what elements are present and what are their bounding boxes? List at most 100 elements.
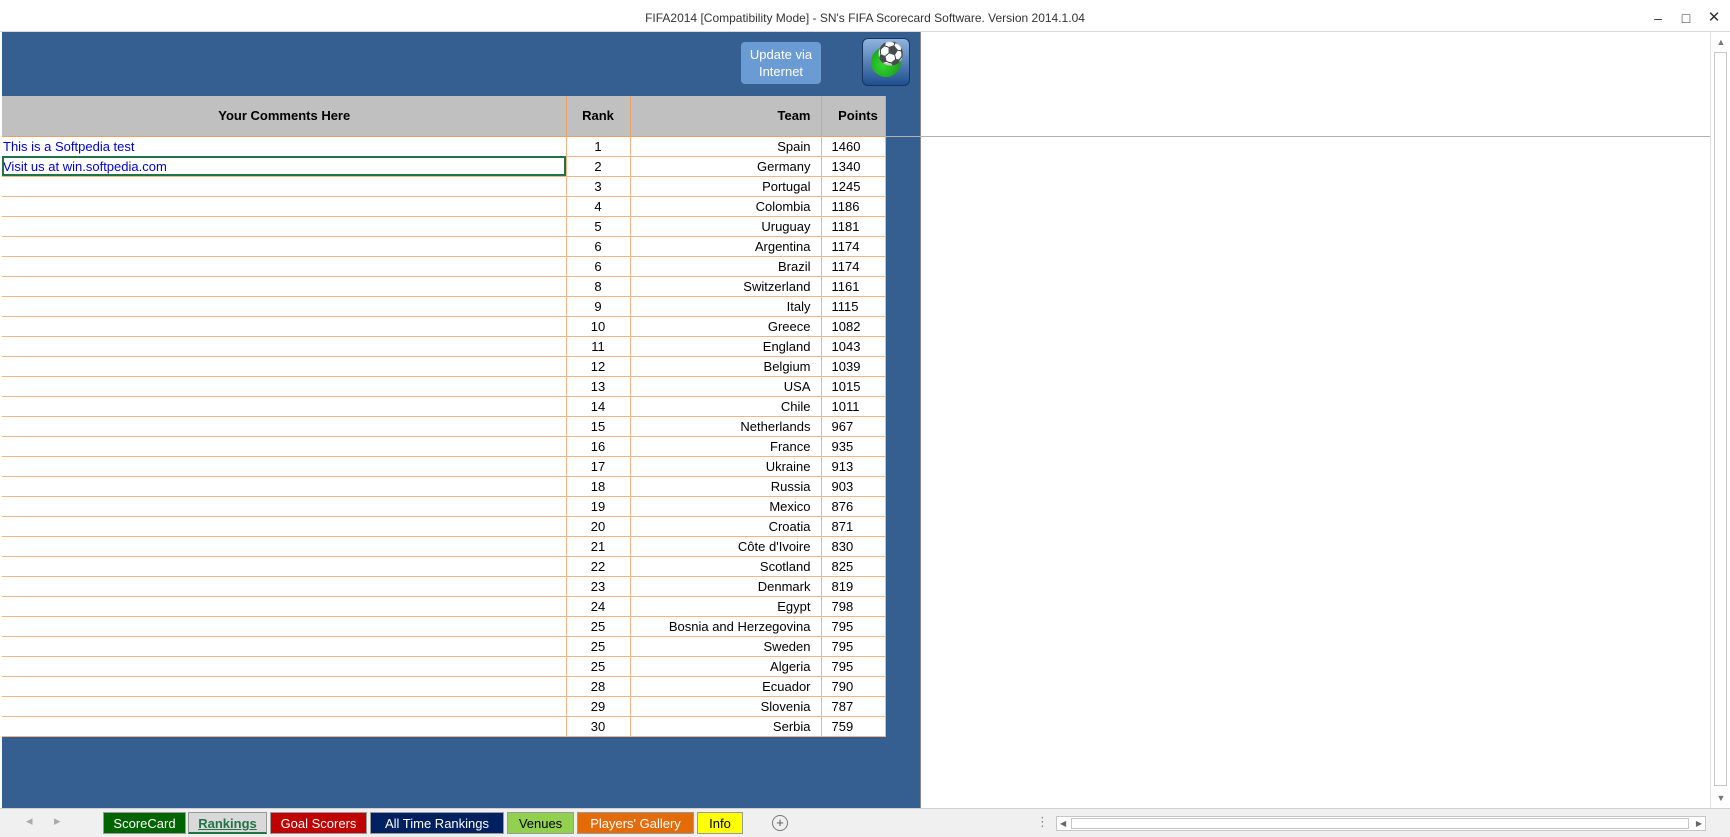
vertical-scroll-thumb[interactable] bbox=[1714, 52, 1727, 786]
team-cell[interactable]: Belgium bbox=[630, 356, 822, 377]
points-cell[interactable]: 790 bbox=[821, 676, 886, 697]
rank-cell[interactable]: 10 bbox=[566, 316, 631, 337]
rank-cell[interactable]: 18 bbox=[566, 476, 631, 497]
comment-cell[interactable] bbox=[2, 456, 567, 477]
team-cell[interactable]: England bbox=[630, 336, 822, 357]
points-cell[interactable]: 759 bbox=[821, 716, 886, 737]
comment-cell[interactable]: Visit us at win.softpedia.com bbox=[2, 156, 567, 177]
rank-cell[interactable]: 16 bbox=[566, 436, 631, 457]
team-cell[interactable]: Chile bbox=[630, 396, 822, 417]
comment-cell[interactable] bbox=[2, 676, 567, 697]
rank-cell[interactable]: 24 bbox=[566, 596, 631, 617]
comment-cell[interactable] bbox=[2, 716, 567, 737]
points-cell[interactable]: 787 bbox=[821, 696, 886, 717]
update-via-internet-button[interactable]: Update via Internet bbox=[741, 42, 821, 84]
rank-cell[interactable]: 25 bbox=[566, 636, 631, 657]
rank-cell[interactable]: 22 bbox=[566, 556, 631, 577]
comment-cell[interactable] bbox=[2, 496, 567, 517]
points-cell[interactable]: 903 bbox=[821, 476, 886, 497]
rank-cell[interactable]: 20 bbox=[566, 516, 631, 537]
points-cell[interactable]: 795 bbox=[821, 616, 886, 637]
close-icon[interactable]: ✕ bbox=[1700, 0, 1728, 32]
scroll-up-icon[interactable]: ▲ bbox=[1711, 34, 1730, 50]
minimize-icon[interactable]: – bbox=[1644, 0, 1672, 32]
comment-cell[interactable] bbox=[2, 376, 567, 397]
team-cell[interactable]: Uruguay bbox=[630, 216, 822, 237]
comment-cell[interactable] bbox=[2, 356, 567, 377]
column-header-points[interactable]: Points bbox=[821, 96, 886, 137]
scroll-left-icon[interactable]: ◀ bbox=[1060, 817, 1066, 830]
comment-cell[interactable] bbox=[2, 476, 567, 497]
points-cell[interactable]: 871 bbox=[821, 516, 886, 537]
team-cell[interactable]: Brazil bbox=[630, 256, 822, 277]
rank-cell[interactable]: 28 bbox=[566, 676, 631, 697]
comment-cell[interactable] bbox=[2, 256, 567, 277]
points-cell[interactable]: 1161 bbox=[821, 276, 886, 297]
soccer-player-icon[interactable]: ⚽ bbox=[862, 38, 910, 86]
team-cell[interactable]: Portugal bbox=[630, 176, 822, 197]
points-cell[interactable]: 1460 bbox=[821, 136, 886, 157]
comment-cell[interactable] bbox=[2, 436, 567, 457]
scroll-down-icon[interactable]: ▼ bbox=[1711, 790, 1730, 806]
add-sheet-icon[interactable]: + bbox=[772, 815, 788, 831]
points-cell[interactable]: 1245 bbox=[821, 176, 886, 197]
rank-cell[interactable]: 11 bbox=[566, 336, 631, 357]
more-options-icon[interactable]: ⋮ bbox=[1036, 814, 1049, 830]
rank-cell[interactable]: 21 bbox=[566, 536, 631, 557]
column-header-team[interactable]: Team bbox=[630, 96, 822, 137]
points-cell[interactable]: 1340 bbox=[821, 156, 886, 177]
comment-cell[interactable] bbox=[2, 396, 567, 417]
comment-cell[interactable] bbox=[2, 636, 567, 657]
comment-cell[interactable] bbox=[2, 596, 567, 617]
rank-cell[interactable]: 9 bbox=[566, 296, 631, 317]
team-cell[interactable]: Côte d'Ivoire bbox=[630, 536, 822, 557]
comment-cell[interactable] bbox=[2, 296, 567, 317]
points-cell[interactable]: 1174 bbox=[821, 256, 886, 277]
team-cell[interactable]: Argentina bbox=[630, 236, 822, 257]
team-cell[interactable]: Slovenia bbox=[630, 696, 822, 717]
points-cell[interactable]: 1011 bbox=[821, 396, 886, 417]
column-header-rank[interactable]: Rank bbox=[566, 96, 631, 137]
comment-cell[interactable] bbox=[2, 236, 567, 257]
tab-info[interactable]: Info bbox=[697, 812, 743, 834]
next-sheet-icon[interactable]: ▸ bbox=[54, 813, 61, 829]
comment-cell[interactable] bbox=[2, 576, 567, 597]
tab-venues[interactable]: Venues bbox=[507, 812, 574, 834]
team-cell[interactable]: Croatia bbox=[630, 516, 822, 537]
tab-players-gallery[interactable]: Players' Gallery bbox=[577, 812, 694, 834]
team-cell[interactable]: Mexico bbox=[630, 496, 822, 517]
horizontal-scroll-thumb[interactable] bbox=[1071, 818, 1689, 829]
points-cell[interactable]: 967 bbox=[821, 416, 886, 437]
team-cell[interactable]: Denmark bbox=[630, 576, 822, 597]
points-cell[interactable]: 876 bbox=[821, 496, 886, 517]
team-cell[interactable]: Algeria bbox=[630, 656, 822, 677]
vertical-scrollbar[interactable]: ▲ ▼ bbox=[1710, 32, 1730, 808]
team-cell[interactable]: Greece bbox=[630, 316, 822, 337]
tab-scorecard[interactable]: ScoreCard bbox=[103, 812, 186, 834]
rank-cell[interactable]: 25 bbox=[566, 656, 631, 677]
points-cell[interactable]: 795 bbox=[821, 636, 886, 657]
comment-cell[interactable] bbox=[2, 336, 567, 357]
rank-cell[interactable]: 14 bbox=[566, 396, 631, 417]
rank-cell[interactable]: 30 bbox=[566, 716, 631, 737]
team-cell[interactable]: France bbox=[630, 436, 822, 457]
rank-cell[interactable]: 8 bbox=[566, 276, 631, 297]
rank-cell[interactable]: 29 bbox=[566, 696, 631, 717]
team-cell[interactable]: Netherlands bbox=[630, 416, 822, 437]
tab-rankings[interactable]: Rankings bbox=[188, 812, 267, 834]
team-cell[interactable]: Ecuador bbox=[630, 676, 822, 697]
points-cell[interactable]: 1186 bbox=[821, 196, 886, 217]
team-cell[interactable]: Germany bbox=[630, 156, 822, 177]
maximize-icon[interactable]: □ bbox=[1672, 0, 1700, 32]
points-cell[interactable]: 935 bbox=[821, 436, 886, 457]
comment-cell[interactable] bbox=[2, 696, 567, 717]
horizontal-scrollbar[interactable]: ◀ ▶ bbox=[1056, 816, 1706, 831]
rank-cell[interactable]: 2 bbox=[566, 156, 631, 177]
comment-cell[interactable] bbox=[2, 196, 567, 217]
rank-cell[interactable]: 6 bbox=[566, 256, 631, 277]
rank-cell[interactable]: 4 bbox=[566, 196, 631, 217]
points-cell[interactable]: 1039 bbox=[821, 356, 886, 377]
points-cell[interactable]: 1174 bbox=[821, 236, 886, 257]
rank-cell[interactable]: 23 bbox=[566, 576, 631, 597]
rank-cell[interactable]: 3 bbox=[566, 176, 631, 197]
